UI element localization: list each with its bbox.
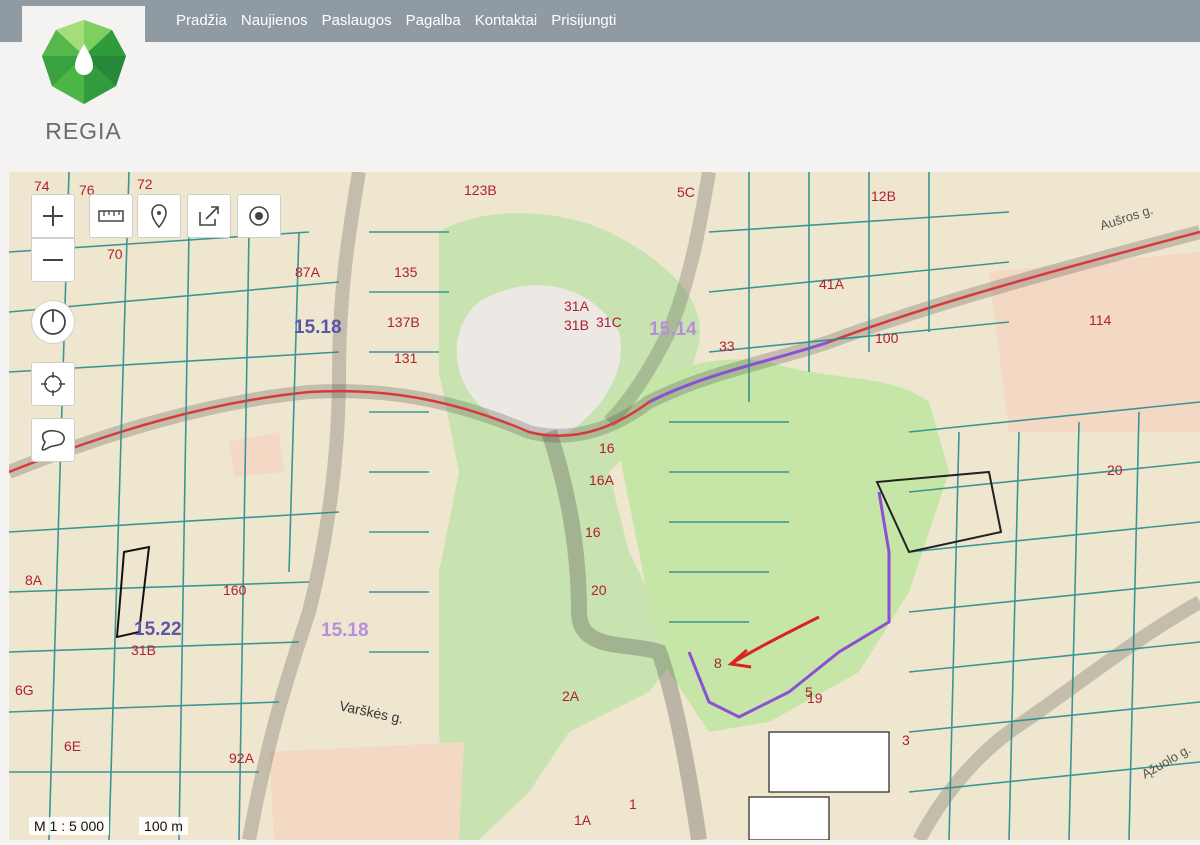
parcel-label: 33 bbox=[719, 338, 735, 354]
parcel-label: 12B bbox=[871, 188, 896, 204]
pin-button[interactable] bbox=[137, 194, 181, 238]
map-canvas[interactable]: 15.18 15.14 15.22 15.18 Aušros g. Ąžuolo… bbox=[9, 172, 1200, 840]
nav-naujienos[interactable]: Naujienos bbox=[241, 12, 308, 29]
parcel-label: 114 bbox=[1089, 312, 1112, 328]
map-pin-icon bbox=[151, 204, 167, 229]
zone-label: 15.18 bbox=[321, 620, 369, 641]
parcel-label: 41A bbox=[819, 276, 844, 292]
history-button[interactable] bbox=[31, 300, 75, 344]
parcel-label: 70 bbox=[107, 246, 123, 262]
nav-prisijungti[interactable]: Prisijungti bbox=[551, 12, 616, 29]
parcel-label: 20 bbox=[1107, 462, 1123, 478]
parcel-label: 31A bbox=[564, 298, 589, 314]
zone-label: 15.22 bbox=[134, 619, 182, 640]
zoom-out-button[interactable] bbox=[31, 238, 75, 282]
parcel-label: 16A bbox=[589, 472, 614, 488]
parcel-label: 72 bbox=[137, 176, 153, 192]
parcel-label: 137B bbox=[387, 314, 420, 330]
parcel-label: 20 bbox=[591, 582, 607, 598]
logo-emblem-icon bbox=[42, 20, 126, 104]
parcel-label: 31B bbox=[131, 642, 156, 658]
parcel-label: 6E bbox=[64, 738, 82, 754]
ruler-icon bbox=[98, 210, 124, 222]
parcel-label: 8A bbox=[25, 572, 43, 588]
locate-target-button[interactable] bbox=[237, 194, 281, 238]
parcel-label: 100 bbox=[875, 330, 899, 346]
parcel-label: 19 bbox=[807, 690, 823, 706]
crosshair-icon bbox=[41, 372, 65, 396]
map-layer bbox=[9, 172, 1200, 840]
scale-ratio: M 1 : 5 000 bbox=[29, 817, 110, 835]
parcel-label: 16 bbox=[599, 440, 615, 456]
main-nav: Pradžia Naujienos Paslaugos Pagalba Kont… bbox=[176, 12, 616, 29]
nav-pagalba[interactable]: Pagalba bbox=[406, 12, 461, 29]
lasso-icon bbox=[41, 429, 65, 451]
parcel-label: 123B bbox=[464, 182, 497, 198]
logo-text: REGIA bbox=[45, 118, 122, 144]
crosshair-button[interactable] bbox=[31, 362, 75, 406]
parcel-label: 8 bbox=[714, 655, 722, 671]
share-button[interactable] bbox=[187, 194, 231, 238]
parcel-label: 3 bbox=[902, 732, 910, 748]
nav-kontaktai[interactable]: Kontaktai bbox=[475, 12, 538, 29]
share-icon bbox=[199, 206, 219, 226]
plus-icon bbox=[43, 206, 63, 226]
regia-logo[interactable]: REGIA bbox=[22, 6, 145, 156]
parcel-label: 92A bbox=[229, 750, 254, 766]
parcel-label: 5C bbox=[677, 184, 695, 200]
minus-icon bbox=[43, 259, 63, 261]
zone-label: 15.14 bbox=[649, 319, 697, 340]
area-select-button[interactable] bbox=[31, 418, 75, 462]
top-navbar: Pradžia Naujienos Paslaugos Pagalba Kont… bbox=[0, 0, 1200, 42]
clock-icon bbox=[40, 309, 66, 335]
parcel-label: 160 bbox=[223, 582, 247, 598]
parcel-label: 135 bbox=[394, 264, 418, 280]
target-icon bbox=[249, 206, 269, 226]
parcel-label: 87A bbox=[295, 264, 320, 280]
nav-pradzia[interactable]: Pradžia bbox=[176, 12, 227, 29]
parcel-label: 31B bbox=[564, 317, 589, 333]
parcel-label: 1A bbox=[574, 812, 592, 828]
map-scale: M 1 : 5 000 100 m bbox=[29, 817, 188, 835]
nav-paslaugos[interactable]: Paslaugos bbox=[322, 12, 392, 29]
parcel-label: 131 bbox=[394, 350, 418, 366]
scale-distance: 100 m bbox=[139, 817, 188, 835]
measure-button[interactable] bbox=[89, 194, 133, 238]
parcel-label: 1 bbox=[629, 796, 637, 812]
parcel-label: 6G bbox=[15, 682, 34, 698]
parcel-label: 2A bbox=[562, 688, 580, 704]
parcel-label: 31C bbox=[596, 314, 622, 330]
parcel-label: 74 bbox=[34, 178, 50, 194]
zone-label: 15.18 bbox=[294, 317, 342, 338]
parcel-label: 16 bbox=[585, 524, 601, 540]
zoom-in-button[interactable] bbox=[31, 194, 75, 238]
